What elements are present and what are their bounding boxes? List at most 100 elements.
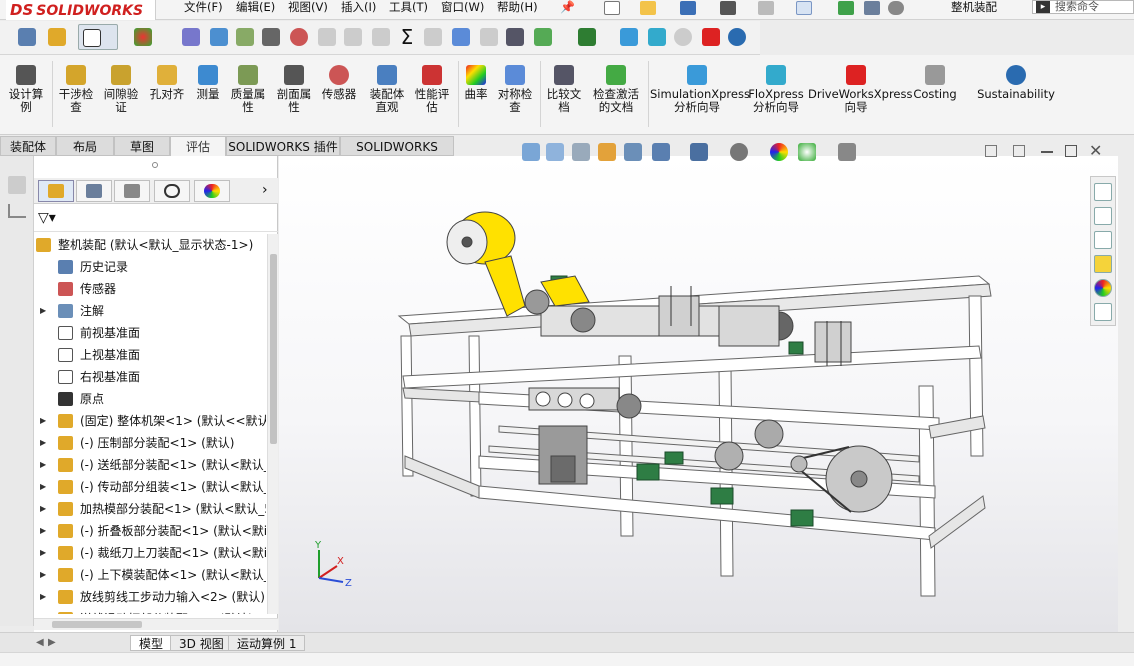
assembly-icon[interactable]	[44, 24, 70, 50]
expand-arrow-icon[interactable]: ▶	[40, 476, 46, 498]
solidworks-logo[interactable]: DS SOLIDWORKS	[6, 0, 156, 20]
tree-hscroll-thumb[interactable]	[52, 621, 142, 628]
file-explorer-icon[interactable]	[1094, 231, 1112, 249]
tab-configuration-manager[interactable]	[114, 180, 150, 202]
tree-item[interactable]: 传感器	[34, 278, 266, 300]
minimize-icon[interactable]	[1041, 151, 1053, 153]
check-small-icon[interactable]	[530, 24, 556, 50]
pin-icon[interactable]: 📌	[560, 0, 575, 14]
graphics-area[interactable]: Y X Z	[279, 156, 1118, 632]
expand-arrow-icon[interactable]: ▶	[40, 454, 46, 476]
tab-dimxpert-manager[interactable]	[154, 180, 190, 202]
edit-appearance-icon[interactable]	[770, 143, 788, 161]
restore-icon[interactable]	[1065, 145, 1077, 157]
mass-properties-button[interactable]: 质量属 性	[228, 59, 268, 131]
floxpress-button[interactable]: FloXpress 分析向导	[746, 59, 806, 131]
tree-vertical-scrollbar[interactable]	[267, 234, 278, 614]
expand-arrow-icon[interactable]: ▶	[40, 586, 46, 608]
select-icon[interactable]	[796, 1, 812, 15]
tab-solidworks-addins[interactable]: SOLIDWORKS 插件	[226, 136, 340, 156]
scroll-left-icon[interactable]: ◀	[36, 637, 44, 648]
zoom-to-area-icon[interactable]	[546, 143, 564, 161]
display-style-icon[interactable]	[690, 143, 708, 161]
tree-item[interactable]: ▶ (固定) 整体机架<1> (默认<<默认	[34, 410, 266, 432]
expand-arrow-icon[interactable]: ▶	[40, 300, 46, 322]
machine-model[interactable]: Y X Z	[279, 156, 1118, 632]
tab-model[interactable]: 模型	[130, 635, 173, 651]
design-study-button[interactable]: 设计算 例	[4, 59, 48, 131]
tab-layout[interactable]: 布局	[56, 136, 114, 156]
measure-button[interactable]: 测量	[190, 59, 226, 131]
simulation-small-icon[interactable]	[616, 24, 642, 50]
tab-motion-study[interactable]: 运动算例 1	[228, 635, 306, 651]
tree-item[interactable]: ▶ (-) 上下模装配体<1> (默认<默认_	[34, 564, 266, 586]
design-library-icon[interactable]	[1094, 207, 1112, 225]
tree-item[interactable]: 前视基准面	[34, 322, 266, 344]
panel-handle-icon[interactable]	[152, 162, 158, 168]
tree-item[interactable]: ▶ (-) 折叠板部分装配<1> (默认<默i	[34, 520, 266, 542]
tree-item[interactable]: 右视基准面	[34, 366, 266, 388]
appearance-icon[interactable]	[130, 24, 156, 50]
tab-sketch[interactable]: 草图	[114, 136, 170, 156]
expand-arrow-icon[interactable]: ▶	[40, 498, 46, 520]
sketch-relation-icon[interactable]	[8, 204, 26, 218]
measure-small-icon[interactable]	[206, 24, 232, 50]
tab-3d-views[interactable]: 3D 视图	[170, 635, 233, 651]
sigma-icon[interactable]: Σ	[394, 24, 420, 50]
section-small-icon[interactable]	[258, 24, 284, 50]
costing-button[interactable]: Costing	[908, 59, 962, 131]
filter-icon[interactable]: ▽▾	[38, 210, 62, 228]
previous-view-icon[interactable]	[572, 143, 590, 161]
custom-properties-icon[interactable]	[1094, 303, 1112, 321]
compare-small-icon[interactable]	[502, 24, 528, 50]
menu-insert[interactable]: 插入(I)	[341, 0, 376, 18]
expand-arrow-icon[interactable]: ▶	[40, 520, 46, 542]
symmetry-small-icon[interactable]	[448, 24, 474, 50]
dimxpert-icon[interactable]	[8, 176, 26, 194]
search-commands-input[interactable]: ▸ 搜索命令	[1032, 0, 1134, 14]
hole-alignment-button[interactable]: 孔对齐	[146, 59, 188, 131]
options-gear-icon[interactable]	[888, 1, 904, 15]
compare-documents-button[interactable]: 比较文 档	[544, 59, 584, 131]
zoom-to-fit-icon[interactable]	[522, 143, 540, 161]
chevron-right-icon[interactable]: ›	[262, 182, 268, 198]
assembly-visualization-button[interactable]: 装配体 直观	[366, 59, 408, 131]
undo-icon[interactable]	[758, 1, 774, 15]
check-active-document-button[interactable]: 检查激活 的文档	[588, 59, 644, 131]
expand-arrow-icon[interactable]: ▶	[40, 608, 46, 614]
open-icon[interactable]	[640, 1, 656, 15]
curvature-button[interactable]: 曲率	[460, 59, 492, 131]
appearances-icon[interactable]	[1094, 279, 1112, 297]
driveworks-small-icon[interactable]	[698, 24, 724, 50]
apply-scene-icon[interactable]	[798, 143, 816, 161]
clearance-verification-button[interactable]: 间隙验 证	[100, 59, 142, 131]
close-icon[interactable]: ✕	[1089, 141, 1102, 160]
menu-edit[interactable]: 编辑(E)	[236, 0, 275, 18]
menu-window[interactable]: 窗口(W)	[441, 0, 484, 18]
driveworksxpress-button[interactable]: DriveWorksXpress 向导	[808, 59, 912, 131]
tab-feature-tree[interactable]	[38, 180, 74, 202]
section-view-icon[interactable]	[598, 143, 616, 161]
tab-assembly[interactable]: 装配体	[0, 136, 56, 156]
properties-icon[interactable]	[14, 24, 40, 50]
excel-export-icon[interactable]	[574, 24, 600, 50]
save-icon[interactable]	[680, 1, 696, 15]
expand-arrow-icon[interactable]: ▶	[40, 542, 46, 564]
interference-check-button[interactable]: 干涉检 查	[56, 59, 96, 131]
select-tool-icon[interactable]	[78, 24, 118, 50]
mass-small-icon[interactable]	[232, 24, 258, 50]
performance-evaluation-button[interactable]: 性能评 估	[410, 59, 454, 131]
expand-arrow-icon[interactable]: ▶	[40, 564, 46, 586]
tree-item[interactable]: ▶ 送线滑动打部分装配<1> (默认)	[34, 608, 266, 614]
expand-arrow-icon[interactable]: ▶	[40, 410, 46, 432]
spell-check-icon[interactable]	[178, 24, 204, 50]
tree-scroll-thumb[interactable]	[270, 254, 277, 444]
tree-horizontal-scrollbar[interactable]	[34, 618, 278, 630]
tree-item[interactable]: ▶ (-) 传动部分组装<1> (默认<默认_	[34, 476, 266, 498]
tree-item[interactable]: ▶ (-) 送纸部分装配<1> (默认<默认_	[34, 454, 266, 476]
tree-root[interactable]: 整机装配 (默认<默认_显示状态-1>)	[34, 234, 266, 256]
menu-tools[interactable]: 工具(T)	[389, 0, 428, 18]
menu-file[interactable]: 文件(F)	[184, 0, 223, 18]
symmetry-check-button[interactable]: 对称检 查	[494, 59, 536, 131]
solidworks-resources-icon[interactable]	[1094, 183, 1112, 201]
